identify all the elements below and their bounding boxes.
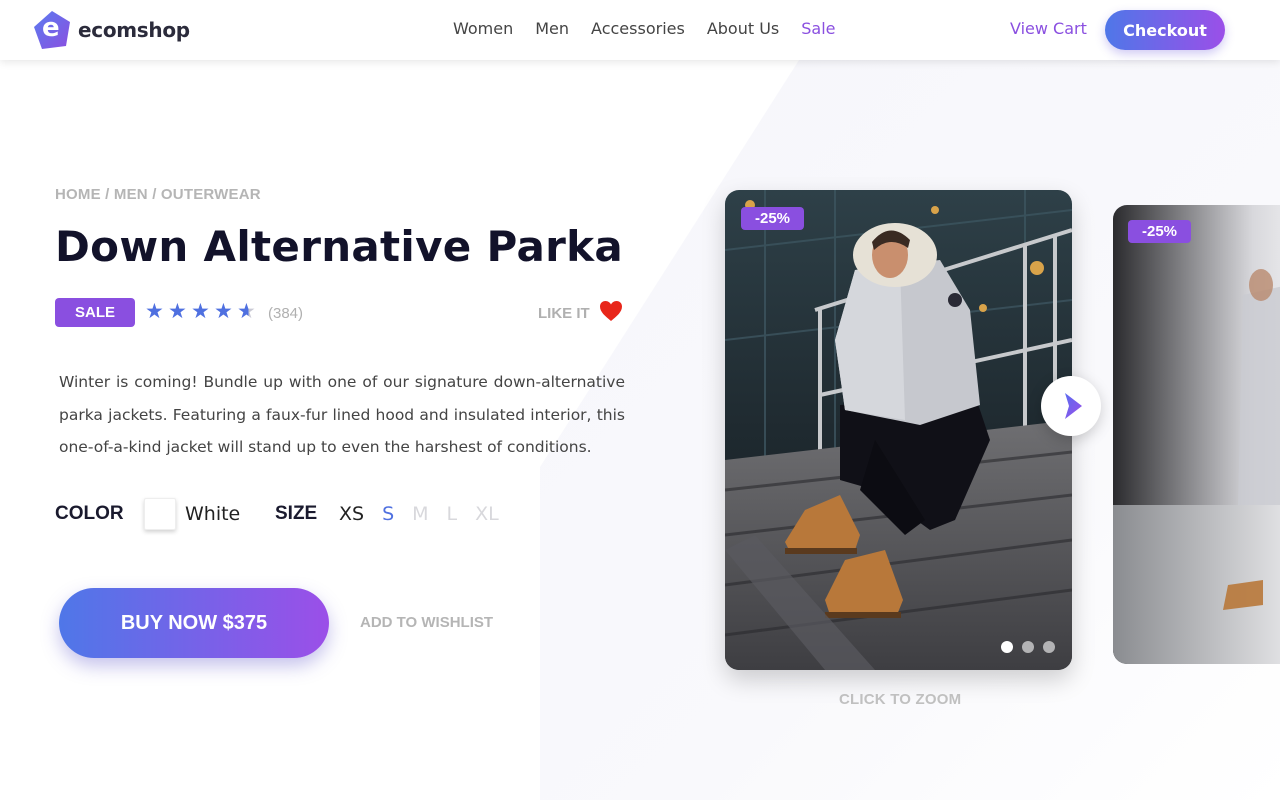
size-option-xl[interactable]: XL bbox=[475, 503, 499, 525]
color-label: COLOR bbox=[55, 503, 124, 524]
star-icon: ★ bbox=[168, 300, 187, 323]
buy-now-button[interactable]: BUY NOW $375 bbox=[59, 588, 329, 658]
size-option-m[interactable]: M bbox=[412, 503, 428, 525]
next-image-button[interactable] bbox=[1041, 376, 1101, 436]
breadcrumb[interactable]: HOME / MEN / OUTERWEAR bbox=[55, 186, 261, 203]
top-navbar: e ecomshop Women Men Accessories About U… bbox=[0, 0, 1280, 60]
click-to-zoom-hint[interactable]: CLICK TO ZOOM bbox=[839, 691, 961, 708]
brand-name: ecomshop bbox=[78, 18, 190, 42]
discount-badge-secondary: -25% bbox=[1128, 220, 1192, 243]
sale-badge: SALE bbox=[55, 298, 135, 327]
nav-sale[interactable]: Sale bbox=[801, 19, 835, 38]
nav-men[interactable]: Men bbox=[535, 19, 569, 38]
size-label: SIZE bbox=[275, 503, 318, 524]
like-it-label: LIKE IT bbox=[538, 305, 590, 322]
star-icon: ★ bbox=[191, 300, 210, 323]
nav-women[interactable]: Women bbox=[453, 19, 513, 38]
carousel-dot-1[interactable] bbox=[1001, 641, 1013, 653]
carousel-dot-2[interactable] bbox=[1022, 641, 1034, 653]
color-value: White bbox=[185, 503, 241, 525]
add-to-wishlist-link[interactable]: ADD TO WISHLIST bbox=[360, 614, 493, 631]
size-option-s[interactable]: S bbox=[382, 503, 394, 525]
logo-icon: e bbox=[32, 10, 72, 50]
discount-badge: -25% bbox=[741, 207, 805, 230]
product-image-card[interactable]: -25% bbox=[725, 190, 1072, 670]
carousel-dots bbox=[1001, 641, 1064, 653]
star-icon: ★ bbox=[145, 300, 164, 323]
star-icon: ★ bbox=[214, 300, 233, 323]
view-cart-link[interactable]: View Cart bbox=[1010, 19, 1087, 38]
product-title: Down Alternative Parka bbox=[55, 222, 624, 271]
size-option-l[interactable]: L bbox=[447, 503, 458, 525]
carousel-dot-3[interactable] bbox=[1043, 641, 1055, 653]
heart-icon[interactable] bbox=[599, 300, 623, 322]
nav-about-us[interactable]: About Us bbox=[707, 19, 779, 38]
logo-letter: e bbox=[42, 13, 60, 43]
nav-accessories[interactable]: Accessories bbox=[591, 19, 685, 38]
review-count[interactable]: (384) bbox=[268, 305, 303, 322]
brand-logo[interactable]: e ecomshop bbox=[32, 10, 190, 50]
play-arrow-icon bbox=[1065, 393, 1082, 419]
half-star-icon: ★ bbox=[237, 300, 260, 324]
next-product-image-card[interactable]: -25% bbox=[1113, 205, 1280, 664]
product-photo-secondary bbox=[1113, 205, 1280, 664]
size-options: XS S M L XL bbox=[339, 503, 517, 525]
main-nav: Women Men Accessories About Us Sale bbox=[453, 19, 858, 38]
color-swatch-white[interactable] bbox=[144, 498, 176, 530]
product-photo bbox=[725, 190, 1072, 670]
checkout-button[interactable]: Checkout bbox=[1105, 10, 1225, 50]
size-option-xs[interactable]: XS bbox=[339, 503, 364, 525]
rating-stars: ★ ★ ★ ★ ★ bbox=[145, 300, 260, 324]
product-description: Winter is coming! Bundle up with one of … bbox=[59, 373, 625, 456]
